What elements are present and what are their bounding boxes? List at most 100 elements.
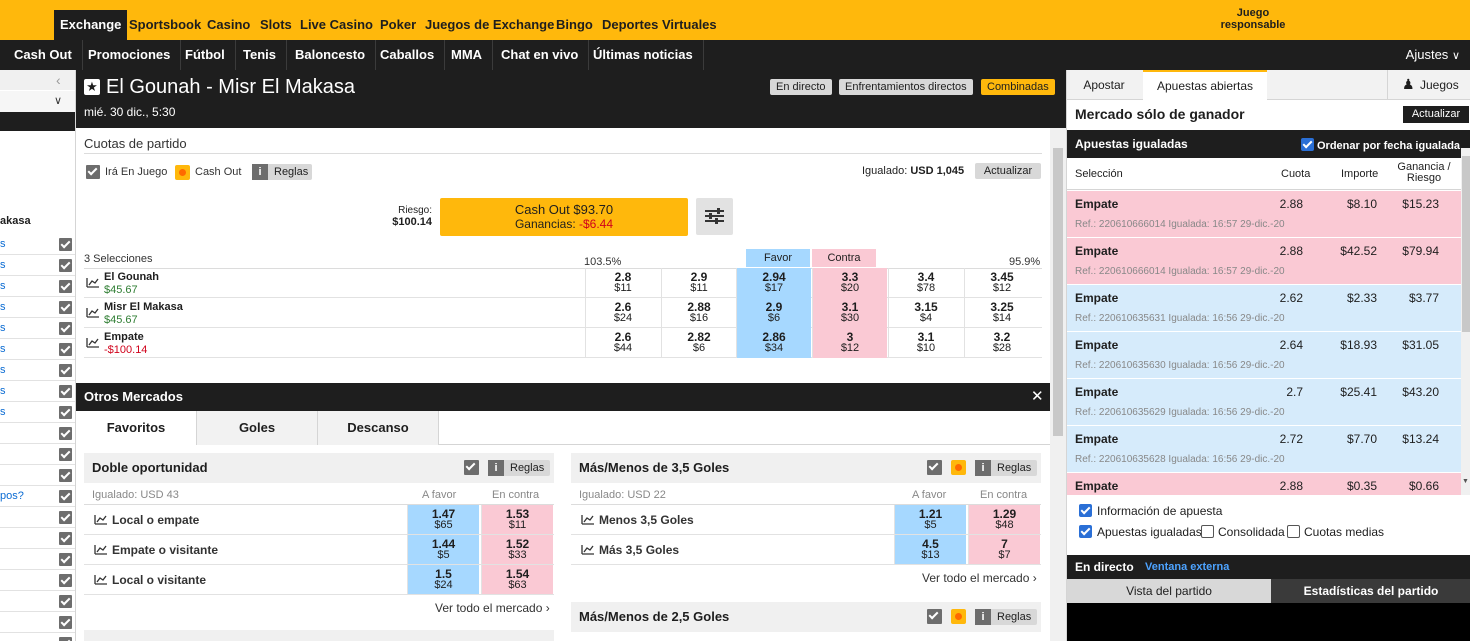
cashout-button[interactable]: Cash Out $93.70 Ganancias: -$6.44 xyxy=(440,198,688,236)
tab-poker[interactable]: Poker xyxy=(380,10,416,40)
lay-odds-cell[interactable]: 7 $7 xyxy=(968,535,1040,564)
see-all-market-link[interactable]: Ver todo el mercado › xyxy=(435,601,550,615)
tab-slots[interactable]: Slots xyxy=(260,10,292,40)
sidebar-dropdown[interactable]: ∨ xyxy=(0,91,75,112)
back-odds-cell[interactable]: 1.47 $65 xyxy=(407,505,479,534)
sidebar-checkbox[interactable] xyxy=(59,427,72,440)
matched-bets-checkbox[interactable] xyxy=(1079,525,1092,538)
sidebar-checkbox[interactable] xyxy=(59,448,72,461)
back-odds-cell[interactable]: 2.82 $6 xyxy=(661,328,736,358)
lay-odds-cell[interactable]: 3.45 $12 xyxy=(964,268,1039,298)
settings-menu[interactable]: Ajustes ∨ xyxy=(1406,40,1460,70)
sidebar-checkbox[interactable] xyxy=(59,238,72,251)
back-odds-cell[interactable]: 2.88 $16 xyxy=(661,298,736,328)
market-inplay-checkbox[interactable] xyxy=(464,460,479,475)
sidebar-checkbox[interactable] xyxy=(59,469,72,482)
back-odds-cell[interactable]: 2.94 $17 xyxy=(736,268,811,298)
subnav-football[interactable]: Fútbol xyxy=(175,40,236,70)
sidebar-link[interactable]: s xyxy=(0,406,6,418)
sidebar-link[interactable]: s xyxy=(0,322,6,334)
responsible-gambling-link[interactable]: Juego responsable xyxy=(1212,7,1294,31)
back-odds-cell[interactable]: 1.5 $24 xyxy=(407,565,479,594)
tab-live-casino[interactable]: Live Casino xyxy=(300,10,373,40)
bets-scrollbar[interactable]: ▼ xyxy=(1461,148,1470,495)
tab-match-stats[interactable]: Estadísticas del partido xyxy=(1271,579,1470,603)
chart-icon[interactable] xyxy=(86,277,100,288)
subnav-basketball[interactable]: Baloncesto xyxy=(285,40,377,70)
average-odds-checkbox[interactable] xyxy=(1287,525,1300,538)
subnav-latest-news[interactable]: Últimas noticias xyxy=(583,40,704,70)
sidebar-checkbox[interactable] xyxy=(59,511,72,524)
sidebar-checkbox[interactable] xyxy=(59,595,72,608)
tab-goals[interactable]: Goles xyxy=(197,411,318,445)
lay-odds-cell[interactable]: 3.1 $10 xyxy=(888,328,963,358)
sidebar-checkbox[interactable] xyxy=(59,322,72,335)
sidebar-checkbox[interactable] xyxy=(59,259,72,272)
lay-odds-cell[interactable]: 3.4 $78 xyxy=(888,268,963,298)
lay-odds-cell[interactable]: 3.3 $20 xyxy=(812,268,887,298)
games-button[interactable]: ♟ Juegos xyxy=(1387,70,1470,100)
lay-odds-cell[interactable]: 3.15 $4 xyxy=(888,298,963,328)
sidebar-checkbox[interactable] xyxy=(59,490,72,503)
tab-exchange-games[interactable]: Juegos de Exchange xyxy=(425,10,554,40)
subnav-horses[interactable]: Caballos xyxy=(370,40,446,70)
tab-open-bets[interactable]: Apuestas abiertas xyxy=(1143,70,1267,101)
cashout-settings-button[interactable] xyxy=(696,198,733,235)
combos-button[interactable]: Combinadas xyxy=(981,79,1055,95)
sort-by-date-checkbox[interactable] xyxy=(1301,138,1314,151)
tab-exchange[interactable]: Exchange xyxy=(54,10,128,40)
tab-casino[interactable]: Casino xyxy=(207,10,250,40)
sidebar-checkbox[interactable] xyxy=(59,406,72,419)
see-all-market-link[interactable]: Ver todo el mercado › xyxy=(922,571,1037,585)
tab-favourites[interactable]: Favoritos xyxy=(76,411,197,445)
market-rules-button[interactable]: i Reglas xyxy=(975,609,1038,625)
tab-halftime[interactable]: Descanso xyxy=(318,411,439,445)
sidebar-checkbox[interactable] xyxy=(59,616,72,629)
sidebar-checkbox[interactable] xyxy=(59,553,72,566)
sidebar-checkbox[interactable] xyxy=(59,637,72,641)
lay-odds-cell[interactable]: 3.25 $14 xyxy=(964,298,1039,328)
back-odds-cell[interactable]: 4.5 $13 xyxy=(894,535,966,564)
lay-odds-cell[interactable]: 1.53 $11 xyxy=(481,505,553,534)
sidebar-link[interactable]: s xyxy=(0,364,6,376)
betslip-refresh-button[interactable]: Actualizar xyxy=(1403,106,1469,123)
back-odds-cell[interactable]: 2.9 $6 xyxy=(736,298,811,328)
sidebar-link[interactable]: s xyxy=(0,385,6,397)
sidebar-checkbox[interactable] xyxy=(59,343,72,356)
sidebar-checkbox[interactable] xyxy=(59,574,72,587)
sidebar-link[interactable]: s xyxy=(0,343,6,355)
tab-virtual-sports[interactable]: Deportes Virtuales xyxy=(602,10,717,40)
tab-match-view[interactable]: Vista del partido xyxy=(1067,579,1271,603)
sidebar-link[interactable]: s xyxy=(0,280,6,292)
chart-icon[interactable] xyxy=(94,514,108,525)
main-scrollbar[interactable] xyxy=(1050,128,1066,641)
back-odds-cell[interactable]: 2.8 $11 xyxy=(585,268,660,298)
market-inplay-checkbox[interactable] xyxy=(927,609,942,624)
live-button[interactable]: En directo xyxy=(770,79,832,95)
lay-odds-cell[interactable]: 3.2 $28 xyxy=(964,328,1039,358)
lay-odds-cell[interactable]: 3.1 $30 xyxy=(812,298,887,328)
back-odds-cell[interactable]: 2.6 $24 xyxy=(585,298,660,328)
rules-button[interactable]: i Reglas xyxy=(252,164,313,180)
market-rules-button[interactable]: i Reglas xyxy=(488,460,551,476)
lay-odds-cell[interactable]: 1.52 $33 xyxy=(481,535,553,564)
back-odds-cell[interactable]: 2.6 $44 xyxy=(585,328,660,358)
subnav-live-chat[interactable]: Chat en vivo xyxy=(491,40,590,70)
lay-odds-cell[interactable]: 1.29 $48 xyxy=(968,505,1040,534)
market-rules-button[interactable]: i Reglas xyxy=(975,460,1038,476)
bet-info-checkbox[interactable] xyxy=(1079,504,1092,517)
head-to-head-button[interactable]: Enfrentamientos directos xyxy=(839,79,973,95)
chart-icon[interactable] xyxy=(94,544,108,555)
chart-icon[interactable] xyxy=(94,574,108,585)
sidebar-checkbox[interactable] xyxy=(59,364,72,377)
sidebar-link[interactable]: s xyxy=(0,238,6,250)
consolidated-checkbox[interactable] xyxy=(1201,525,1214,538)
tab-place-bets[interactable]: Apostar xyxy=(1067,70,1141,100)
tab-sportsbook[interactable]: Sportsbook xyxy=(129,10,201,40)
tab-bingo[interactable]: Bingo xyxy=(556,10,593,40)
external-window-link[interactable]: Ventana externa xyxy=(1145,561,1229,573)
market-inplay-checkbox[interactable] xyxy=(927,460,942,475)
chart-icon[interactable] xyxy=(86,337,100,348)
scrollbar-thumb[interactable] xyxy=(1053,148,1063,436)
chart-icon[interactable] xyxy=(581,514,595,525)
